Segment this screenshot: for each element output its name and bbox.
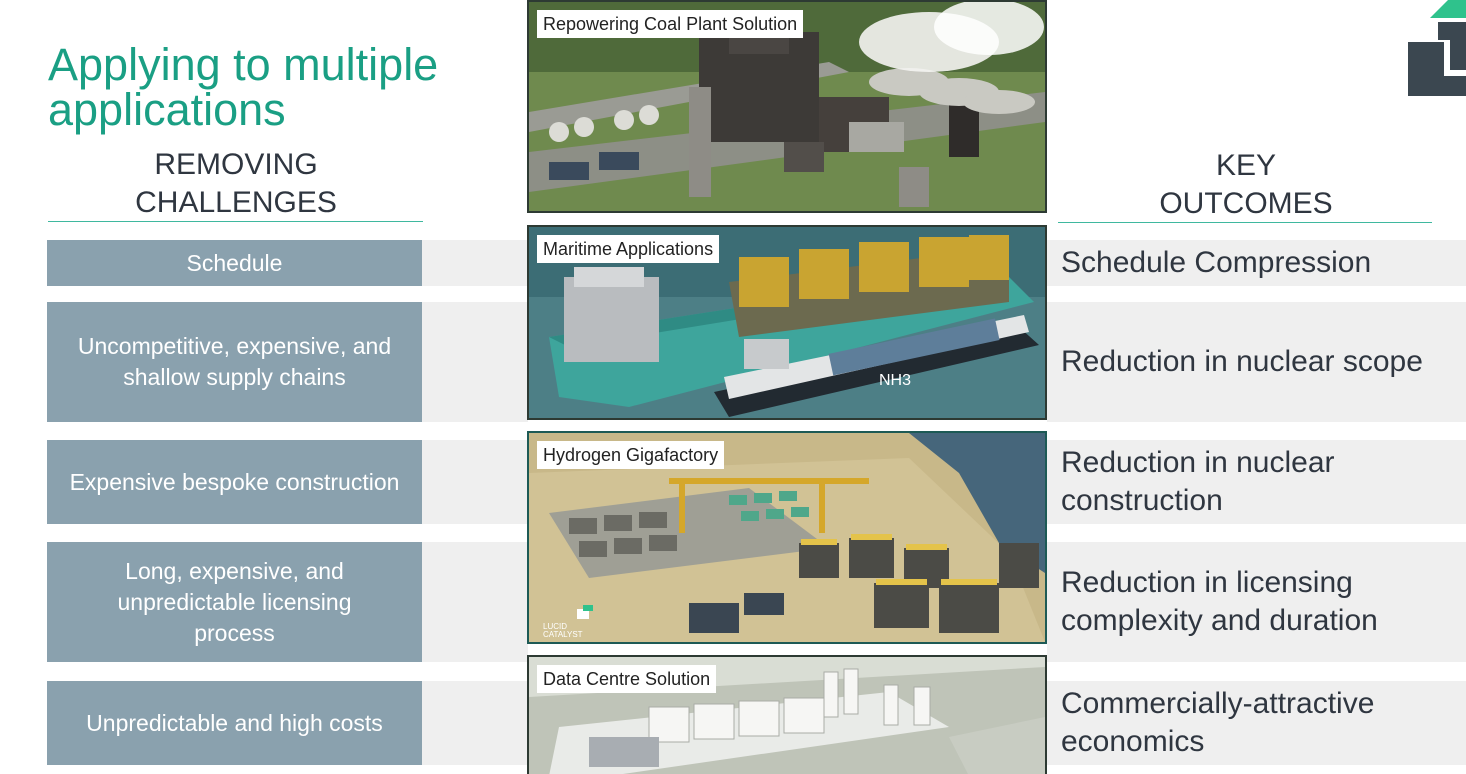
left-heading-rule: [48, 221, 423, 222]
slide: Applying to multiple applications REMOVI…: [0, 0, 1466, 774]
maritime-label: Maritime Applications: [537, 235, 720, 263]
challenge-schedule: Schedule: [47, 240, 422, 286]
hydrogen-gigafactory-image: LUCID CATALYST Hydrogen Gigafactory: [527, 431, 1047, 644]
outcome-nuclear-scope: Reduction in nuclear scope: [1047, 302, 1466, 422]
row-band: [422, 681, 528, 765]
outcome-text: Commercially-attractive economics: [1061, 687, 1375, 758]
coal-plant-label: Repowering Coal Plant Solution: [537, 10, 804, 38]
outcome-text: Reduction in nuclear construction: [1061, 446, 1335, 517]
challenge-text: Long, expensive, and unpredictable licen…: [117, 557, 352, 646]
challenge-construction: Expensive bespoke construction: [47, 440, 422, 524]
page-title: Applying to multiple applications: [48, 39, 439, 135]
outcome-economics: Commercially-attractive economics: [1047, 681, 1466, 765]
data-centre-image: Data Centre Solution: [527, 655, 1047, 774]
outcome-schedule-compression: Schedule Compression: [1047, 240, 1466, 286]
company-logo-icon: [1408, 0, 1466, 96]
challenge-text: Unpredictable and high costs: [86, 709, 383, 736]
key-outcomes-heading: KEY OUTCOMES: [1058, 147, 1434, 223]
row-band: [422, 440, 528, 524]
removing-challenges-heading: REMOVING CHALLENGES: [48, 146, 424, 222]
right-heading-line2: OUTCOMES: [1159, 187, 1333, 220]
data-centre-label: Data Centre Solution: [537, 665, 717, 693]
challenge-supply-chains: Uncompetitive, expensive, and shallow su…: [47, 302, 422, 422]
outcome-text: Schedule Compression: [1061, 246, 1372, 279]
watermark-line2: CATALYST: [543, 630, 583, 639]
outcome-text: Reduction in nuclear scope: [1061, 345, 1423, 378]
outcome-licensing: Reduction in licensing complexity and du…: [1047, 542, 1466, 662]
challenge-text: Expensive bespoke construction: [69, 468, 400, 495]
challenge-costs: Unpredictable and high costs: [47, 681, 422, 765]
ship-marking: NH3: [879, 372, 911, 389]
row-band: [422, 542, 528, 662]
gigafactory-label: Hydrogen Gigafactory: [537, 441, 725, 469]
row-band: [422, 240, 528, 286]
coal-plant-image: Repowering Coal Plant Solution: [527, 0, 1047, 213]
challenge-licensing: Long, expensive, and unpredictable licen…: [47, 542, 422, 662]
right-heading-line1: KEY: [1215, 149, 1277, 182]
left-heading-line2: CHALLENGES: [135, 186, 337, 219]
outcome-nuclear-construction: Reduction in nuclear construction: [1047, 440, 1466, 524]
row-band: [422, 302, 528, 422]
challenge-text: Schedule: [186, 249, 283, 276]
challenge-text: Uncompetitive, expensive, and shallow su…: [77, 333, 392, 390]
right-heading-rule: [1058, 222, 1432, 223]
left-heading-line1: REMOVING: [154, 148, 318, 181]
maritime-image: NH3 Maritime Applications: [527, 225, 1047, 420]
outcome-text: Reduction in licensing complexity and du…: [1061, 566, 1378, 637]
